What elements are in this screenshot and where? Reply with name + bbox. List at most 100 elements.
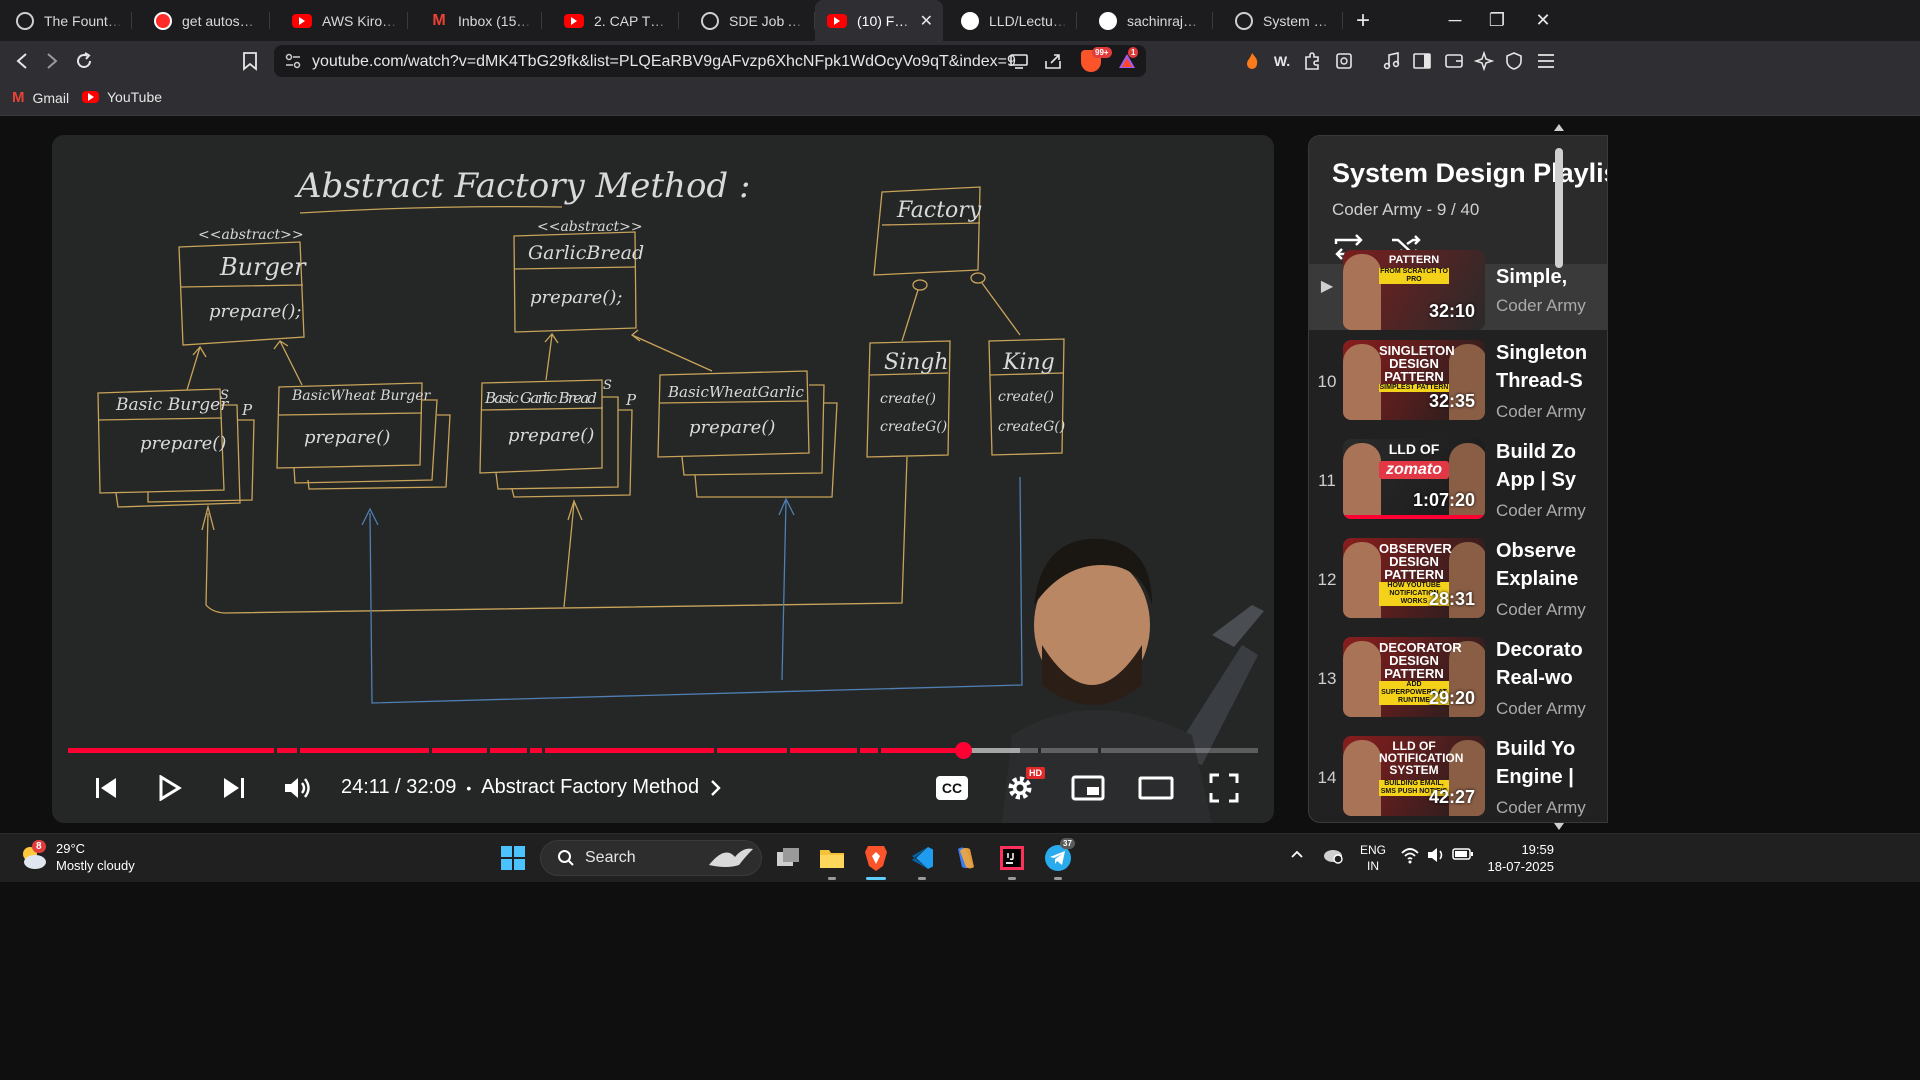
board-garlic-label: GarlicBread	[528, 242, 644, 264]
vscode-taskbar-button[interactable]	[906, 842, 938, 880]
extensions-button[interactable]	[1298, 47, 1326, 75]
board-king-label: King	[1002, 350, 1055, 375]
telegram-taskbar-button[interactable]: 37	[1042, 838, 1075, 880]
media-button[interactable]	[1378, 47, 1406, 75]
scroll-down-icon[interactable]	[1554, 823, 1564, 830]
previous-button[interactable]	[88, 768, 124, 808]
fullscreen-button[interactable]	[1204, 768, 1244, 808]
wifi-icon[interactable]	[1400, 846, 1420, 867]
copilot-taskbar-button[interactable]	[950, 842, 982, 874]
tab-4[interactable]: 2. CAP Theorem	[542, 0, 679, 41]
language-indicator[interactable]: ENG IN	[1360, 842, 1386, 874]
chapter-title[interactable]: Abstract Factory Method	[481, 776, 699, 799]
bookmark-button[interactable]	[236, 47, 264, 75]
taskbar-search[interactable]: Search	[540, 840, 762, 876]
tab-5[interactable]: SDE Job Applica	[679, 0, 815, 41]
video-thumbnail: OBSERVER DESIGN PATTERN HOW YOUTUBE NOTI…	[1343, 538, 1485, 618]
tray-overflow-button[interactable]	[1290, 848, 1304, 862]
tab-1[interactable]: get autoscroll in	[132, 0, 270, 41]
extension-w-button[interactable]: W.	[1268, 47, 1296, 75]
tab-2[interactable]: AWS Kiro AI IDE	[270, 0, 408, 41]
vpn-button[interactable]	[1500, 47, 1528, 75]
menu-button[interactable]	[1532, 47, 1560, 75]
leo-ai-button[interactable]	[1470, 47, 1498, 75]
next-icon	[224, 778, 244, 798]
brave-rewards-icon[interactable]: 1	[1116, 47, 1139, 72]
intellij-taskbar-button[interactable]	[996, 842, 1028, 880]
tab-8[interactable]: sachinrajput981	[1077, 0, 1213, 41]
close-window-button[interactable]: ✕	[1520, 0, 1566, 41]
file-explorer-button[interactable]	[816, 842, 848, 880]
back-button[interactable]	[8, 47, 36, 75]
now-playing-icon: ▶	[1320, 278, 1334, 295]
tab-9[interactable]: System Design	[1213, 0, 1343, 41]
music-note-icon	[1383, 52, 1400, 70]
tab-6-active[interactable]: (10) Factory✕	[815, 0, 943, 41]
battery-icon[interactable]	[1452, 846, 1474, 865]
video-duration: 1:07:20	[1412, 490, 1475, 510]
settings-button[interactable]: HD	[1000, 767, 1045, 808]
address-bar[interactable]: youtube.com/watch?v=dMK4TbG29fk&list=PLQ…	[274, 45, 1146, 77]
miniplayer-button[interactable]	[1068, 768, 1108, 808]
scroll-thumb[interactable]	[1555, 148, 1563, 268]
maximize-button[interactable]: ❐	[1474, 0, 1520, 41]
tray-network-cloud[interactable]	[1322, 846, 1344, 867]
folder-icon	[820, 850, 844, 868]
vscode-icon	[910, 847, 933, 869]
wallet-button[interactable]	[1440, 47, 1468, 75]
video-player[interactable]: Abstract Factory Method : <<abstract>> <…	[52, 135, 1274, 823]
cast-icon[interactable]	[1008, 50, 1030, 72]
playlist-title[interactable]: System Design Playlist	[1332, 158, 1607, 189]
board-garlic-method: prepare();	[530, 287, 622, 308]
next-button[interactable]	[216, 768, 252, 808]
system-clock[interactable]: 19:59 18-07-2025	[1484, 841, 1555, 875]
shield-icon	[1506, 52, 1522, 70]
new-tab-button[interactable]: +	[1343, 0, 1383, 41]
volume-icon	[285, 778, 310, 798]
share-icon[interactable]	[1042, 50, 1064, 72]
volume-button[interactable]	[280, 768, 316, 808]
close-icon[interactable]: ✕	[920, 11, 933, 31]
extension-fire-button[interactable]	[1238, 47, 1266, 75]
brave-shields-icon[interactable]: 99+	[1080, 47, 1112, 72]
video-channel: Coder Army	[1496, 402, 1586, 421]
play-button[interactable]	[152, 768, 188, 808]
task-view-button[interactable]	[772, 842, 804, 874]
chevron-right-icon[interactable]	[709, 779, 721, 797]
site-settings-icon[interactable]	[284, 52, 302, 70]
progress-scrubber[interactable]	[954, 742, 972, 759]
bookmark-gmail[interactable]: M Gmail	[12, 89, 69, 106]
start-button[interactable]	[497, 842, 529, 874]
minimize-button[interactable]: ─	[1432, 0, 1478, 41]
chapter-marker	[527, 748, 530, 753]
sidebar-icon	[1413, 53, 1431, 69]
globe-icon	[16, 11, 34, 30]
video-thumbnail: SINGLETON DESIGN PATTERN SIMPLEST PATTER…	[1343, 340, 1485, 420]
speaker-icon[interactable]	[1426, 846, 1446, 867]
windows-taskbar: 8 29°C Mostly cloudy Search 37 ENG IN 19…	[0, 833, 1920, 882]
sidebar-button[interactable]	[1408, 47, 1436, 75]
tab-3[interactable]: MInbox (15,159)	[408, 0, 542, 41]
url-text[interactable]: youtube.com/watch?v=dMK4TbG29fk&list=PLQ…	[312, 53, 1016, 71]
video-thumbnail: DECORATOR DESIGN PATTERN ADD SUPERPOWERS…	[1343, 637, 1485, 717]
progress-bar[interactable]	[68, 742, 1258, 759]
video-title: Decorato	[1496, 639, 1583, 661]
brave-taskbar-button[interactable]	[860, 842, 892, 880]
captions-button[interactable]: CC	[932, 768, 972, 808]
screenshot-button[interactable]	[1330, 47, 1358, 75]
bookmark-youtube[interactable]: YouTube	[82, 89, 162, 105]
tab-0[interactable]: The Fountainhe	[0, 0, 132, 41]
fire-icon	[1247, 53, 1258, 69]
page-scrollbar[interactable]	[1552, 122, 1566, 832]
forward-button[interactable]	[38, 47, 66, 75]
scroll-up-icon[interactable]	[1554, 124, 1564, 131]
theater-mode-button[interactable]	[1136, 768, 1176, 808]
playlist-index: 11	[1318, 471, 1336, 490]
screenshot-icon	[1336, 53, 1352, 69]
tab-7[interactable]: LLD/Lecture 08/	[943, 0, 1077, 41]
windows-logo-icon	[501, 846, 525, 870]
progress-played	[68, 748, 963, 753]
weather-widget[interactable]: 8 29°C Mostly cloudy	[18, 840, 135, 874]
playlist-subtitle[interactable]: Coder Army - 9 / 40	[1332, 200, 1479, 220]
reload-button[interactable]	[70, 47, 98, 75]
